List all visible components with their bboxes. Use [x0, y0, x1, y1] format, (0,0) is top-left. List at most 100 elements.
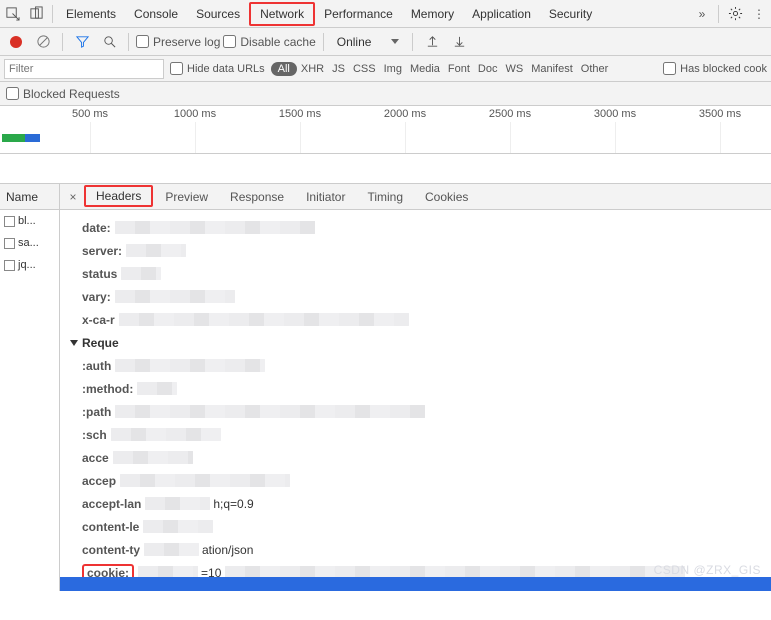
divider — [412, 33, 413, 51]
timeline-gridline — [195, 122, 196, 153]
has-blocked-checkbox[interactable]: Has blocked cook — [663, 62, 767, 75]
request-row[interactable]: bl... — [0, 210, 59, 232]
header-key: content-le — [82, 520, 139, 534]
detail-tabs: × HeadersPreviewResponseInitiatorTimingC… — [60, 184, 771, 210]
subtab-initiator[interactable]: Initiator — [296, 185, 355, 209]
preserve-log-checkbox[interactable]: Preserve log — [136, 35, 220, 49]
tab-elements[interactable]: Elements — [57, 0, 125, 28]
filter-type-js[interactable]: JS — [328, 62, 349, 76]
header-row: :auth — [70, 354, 761, 377]
header-row: accept-lan h;q=0.9 — [70, 492, 761, 515]
filter-input[interactable] — [4, 59, 164, 79]
request-row[interactable]: jq... — [0, 254, 59, 276]
filter-type-xhr[interactable]: XHR — [297, 62, 328, 76]
subtab-timing[interactable]: Timing — [357, 185, 413, 209]
header-row: date: — [70, 216, 761, 239]
timeline-tick: 1000 ms — [174, 108, 216, 120]
tab-security[interactable]: Security — [540, 0, 601, 28]
has-blocked-label: Has blocked cook — [680, 63, 767, 75]
blocked-requests-label: Blocked Requests — [23, 87, 120, 101]
subtab-cookies[interactable]: Cookies — [415, 185, 478, 209]
filter-type-other[interactable]: Other — [577, 62, 613, 76]
subtab-preview[interactable]: Preview — [155, 185, 218, 209]
redacted — [143, 520, 213, 533]
download-icon[interactable] — [447, 30, 471, 54]
filter-bar: Hide data URLs AllXHRJSCSSImgMediaFontDo… — [0, 56, 771, 82]
subtab-headers[interactable]: Headers — [84, 185, 153, 207]
header-row: :path — [70, 400, 761, 423]
request-name: sa... — [18, 237, 39, 249]
header-key: accept-lan — [82, 497, 141, 511]
tab-memory[interactable]: Memory — [402, 0, 463, 28]
redacted — [115, 405, 425, 418]
tab-performance[interactable]: Performance — [315, 0, 402, 28]
timeline[interactable]: 500 ms1000 ms1500 ms2000 ms2500 ms3000 m… — [0, 106, 771, 154]
header-value-fragment: ation/json — [202, 543, 253, 557]
request-headers-section[interactable]: Reque — [70, 331, 761, 354]
tab-network[interactable]: Network — [249, 2, 315, 26]
file-icon — [4, 238, 15, 249]
filter-type-doc[interactable]: Doc — [474, 62, 502, 76]
device-icon[interactable] — [24, 2, 48, 26]
timeline-gridline — [90, 122, 91, 153]
timeline-tick: 3000 ms — [594, 108, 636, 120]
redacted — [115, 221, 315, 234]
search-icon[interactable] — [97, 30, 121, 54]
detail-pane: × HeadersPreviewResponseInitiatorTimingC… — [60, 184, 771, 591]
record-icon[interactable] — [4, 30, 28, 54]
header-value-fragment: h;q=0.9 — [213, 497, 253, 511]
request-name: jq... — [18, 259, 36, 271]
tab-console[interactable]: Console — [125, 0, 187, 28]
timeline-gridline — [300, 122, 301, 153]
header-key: x-ca-r — [82, 313, 115, 327]
redacted — [113, 451, 193, 464]
header-key: date: — [82, 221, 111, 235]
filter-type-font[interactable]: Font — [444, 62, 474, 76]
filter-type-img[interactable]: Img — [380, 62, 406, 76]
filter-type-css[interactable]: CSS — [349, 62, 380, 76]
header-key: vary: — [82, 290, 111, 304]
kebab-icon[interactable]: ⋮ — [747, 2, 771, 26]
header-key: acce — [82, 451, 109, 465]
name-header[interactable]: Name — [0, 184, 59, 210]
filter-type-ws[interactable]: WS — [501, 62, 527, 76]
file-icon — [4, 260, 15, 271]
filter-type-all[interactable]: All — [271, 62, 297, 76]
header-key: server: — [82, 244, 122, 258]
request-row[interactable]: sa... — [0, 232, 59, 254]
header-key: status — [82, 267, 117, 281]
blocked-requests-bar: Blocked Requests — [0, 82, 771, 106]
header-key: :sch — [82, 428, 107, 442]
filter-type-media[interactable]: Media — [406, 62, 444, 76]
header-key: :path — [82, 405, 111, 419]
timeline-tick: 2000 ms — [384, 108, 426, 120]
throttling-select[interactable]: Online — [331, 35, 406, 49]
request-headers-label: Reque — [82, 336, 119, 350]
redacted — [111, 428, 221, 441]
tab-sources[interactable]: Sources — [187, 0, 249, 28]
hide-data-urls-checkbox[interactable]: Hide data URLs — [170, 62, 265, 75]
header-row: vary: — [70, 285, 761, 308]
name-column: Name bl... sa... jq... — [0, 184, 60, 591]
main-toolbar: ElementsConsoleSourcesNetworkPerformance… — [0, 0, 771, 28]
clear-icon[interactable] — [31, 30, 55, 54]
settings-icon[interactable] — [723, 2, 747, 26]
divider — [128, 33, 129, 51]
header-row: :method: — [70, 377, 761, 400]
inspect-icon[interactable] — [0, 2, 24, 26]
subtab-response[interactable]: Response — [220, 185, 294, 209]
header-row: accep — [70, 469, 761, 492]
watermark: CSDN @ZRX_GIS — [654, 563, 761, 577]
tab-application[interactable]: Application — [463, 0, 540, 28]
filter-type-manifest[interactable]: Manifest — [527, 62, 577, 76]
timeline-bar — [2, 134, 40, 142]
chevron-down-icon — [391, 39, 399, 44]
redacted — [126, 244, 186, 257]
filter-icon[interactable] — [70, 30, 94, 54]
blocked-requests-checkbox[interactable]: Blocked Requests — [6, 87, 120, 101]
upload-icon[interactable] — [420, 30, 444, 54]
disable-cache-checkbox[interactable]: Disable cache — [223, 35, 315, 49]
more-tabs-icon[interactable]: » — [690, 2, 714, 26]
header-row: :sch — [70, 423, 761, 446]
close-icon[interactable]: × — [64, 190, 82, 204]
